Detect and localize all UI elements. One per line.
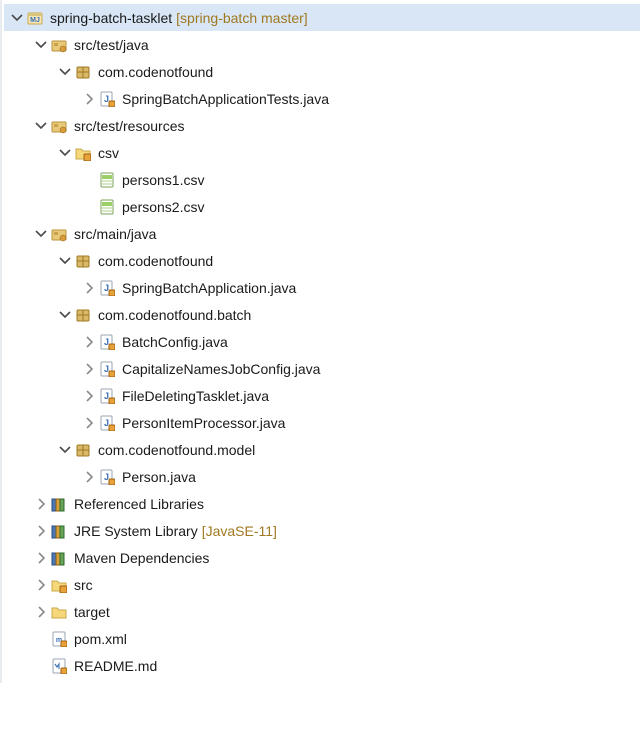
- source-folder-icon: [50, 36, 68, 54]
- tree-label: PersonItemProcessor.java: [122, 415, 285, 431]
- tree-label: src: [74, 577, 93, 593]
- tree-label: csv: [98, 145, 119, 161]
- tree-label: persons1.csv: [122, 172, 204, 188]
- project-name: spring-batch-tasklet: [50, 10, 172, 26]
- csv-file[interactable]: persons1.csv: [4, 166, 640, 193]
- tree-label: Person.java: [122, 469, 196, 485]
- library-icon: [50, 549, 68, 567]
- folder-icon: [50, 603, 68, 621]
- package-explorer: spring-batch-tasklet [spring-batch maste…: [0, 0, 640, 683]
- xml-file-icon: [50, 630, 68, 648]
- folder-icon: [74, 144, 92, 162]
- chevron-down-icon[interactable]: [34, 227, 48, 241]
- package-icon: [74, 63, 92, 81]
- chevron-right-icon[interactable]: [82, 92, 96, 106]
- tree-label: src/main/java: [74, 226, 156, 242]
- maven-dependencies[interactable]: Maven Dependencies: [4, 544, 640, 571]
- source-folder-test-resources[interactable]: src/test/resources: [4, 112, 640, 139]
- chevron-right-icon[interactable]: [82, 470, 96, 484]
- chevron-right-icon[interactable]: [82, 416, 96, 430]
- source-folder-test-java[interactable]: src/test/java: [4, 31, 640, 58]
- tree-label: Maven Dependencies: [74, 550, 209, 566]
- tree-label: CapitalizeNamesJobConfig.java: [122, 361, 320, 377]
- source-folder-main-java[interactable]: src/main/java: [4, 220, 640, 247]
- tree-label: SpringBatchApplication.java: [122, 280, 296, 296]
- java-file-icon: [98, 414, 116, 432]
- file-readme[interactable]: README.md: [4, 652, 640, 679]
- package-icon: [74, 441, 92, 459]
- tree-label: persons2.csv: [122, 199, 204, 215]
- java-file-icon: [98, 468, 116, 486]
- jre-system-library[interactable]: JRE System Library [JavaSE-11]: [4, 517, 640, 544]
- csv-file[interactable]: persons2.csv: [4, 193, 640, 220]
- java-file[interactable]: SpringBatchApplication.java: [4, 274, 640, 301]
- java-file-icon: [98, 387, 116, 405]
- folder-csv[interactable]: csv: [4, 139, 640, 166]
- chevron-down-icon[interactable]: [34, 119, 48, 133]
- chevron-down-icon[interactable]: [58, 146, 72, 160]
- chevron-down-icon[interactable]: [58, 65, 72, 79]
- java-file[interactable]: Person.java: [4, 463, 640, 490]
- tree-label: com.codenotfound: [98, 64, 213, 80]
- markdown-file-icon: [50, 657, 68, 675]
- csv-file-icon: [98, 198, 116, 216]
- tree-label: target: [74, 604, 110, 620]
- chevron-right-icon[interactable]: [34, 497, 48, 511]
- java-file[interactable]: BatchConfig.java: [4, 328, 640, 355]
- source-folder-icon: [50, 117, 68, 135]
- chevron-right-icon[interactable]: [82, 281, 96, 295]
- package-node[interactable]: com.codenotfound: [4, 58, 640, 85]
- java-file[interactable]: PersonItemProcessor.java: [4, 409, 640, 436]
- chevron-right-icon[interactable]: [34, 524, 48, 538]
- file-pom[interactable]: pom.xml: [4, 625, 640, 652]
- java-file-icon: [98, 333, 116, 351]
- tree-label: pom.xml: [74, 631, 127, 647]
- java-file[interactable]: SpringBatchApplicationTests.java: [4, 85, 640, 112]
- project-root[interactable]: spring-batch-tasklet [spring-batch maste…: [4, 4, 640, 31]
- chevron-down-icon[interactable]: [58, 254, 72, 268]
- chevron-right-icon[interactable]: [82, 335, 96, 349]
- referenced-libraries[interactable]: Referenced Libraries: [4, 490, 640, 517]
- java-file-icon: [98, 360, 116, 378]
- package-icon: [74, 306, 92, 324]
- folder-icon: [50, 576, 68, 594]
- folder-src[interactable]: src: [4, 571, 640, 598]
- tree-label: src/test/java: [74, 37, 149, 53]
- package-node[interactable]: com.codenotfound.batch: [4, 301, 640, 328]
- library-icon: [50, 522, 68, 540]
- csv-file-icon: [98, 171, 116, 189]
- tree-label: README.md: [74, 658, 157, 674]
- chevron-right-icon[interactable]: [82, 389, 96, 403]
- chevron-right-icon[interactable]: [34, 605, 48, 619]
- tree-label: JRE System Library: [74, 523, 198, 539]
- tree-label: FileDeletingTasklet.java: [122, 388, 269, 404]
- chevron-right-icon[interactable]: [34, 551, 48, 565]
- tree-label: BatchConfig.java: [122, 334, 228, 350]
- tree-label: SpringBatchApplicationTests.java: [122, 91, 329, 107]
- tree-label: Referenced Libraries: [74, 496, 204, 512]
- package-node[interactable]: com.codenotfound: [4, 247, 640, 274]
- chevron-down-icon[interactable]: [34, 38, 48, 52]
- tree-label: com.codenotfound.model: [98, 442, 255, 458]
- jre-decorator: [JavaSE-11]: [202, 523, 277, 539]
- chevron-down-icon[interactable]: [10, 11, 24, 25]
- tree-label: com.codenotfound: [98, 253, 213, 269]
- tree-label: src/test/resources: [74, 118, 184, 134]
- folder-target[interactable]: target: [4, 598, 640, 625]
- package-icon: [74, 252, 92, 270]
- source-folder-icon: [50, 225, 68, 243]
- project-icon: [26, 9, 44, 27]
- chevron-right-icon[interactable]: [82, 362, 96, 376]
- chevron-down-icon[interactable]: [58, 308, 72, 322]
- java-file[interactable]: CapitalizeNamesJobConfig.java: [4, 355, 640, 382]
- java-file-icon: [98, 90, 116, 108]
- chevron-right-icon[interactable]: [34, 578, 48, 592]
- chevron-down-icon[interactable]: [58, 443, 72, 457]
- java-file[interactable]: FileDeletingTasklet.java: [4, 382, 640, 409]
- package-node[interactable]: com.codenotfound.model: [4, 436, 640, 463]
- tree-label: com.codenotfound.batch: [98, 307, 251, 323]
- library-icon: [50, 495, 68, 513]
- git-decorator: [spring-batch master]: [176, 10, 308, 26]
- java-file-icon: [98, 279, 116, 297]
